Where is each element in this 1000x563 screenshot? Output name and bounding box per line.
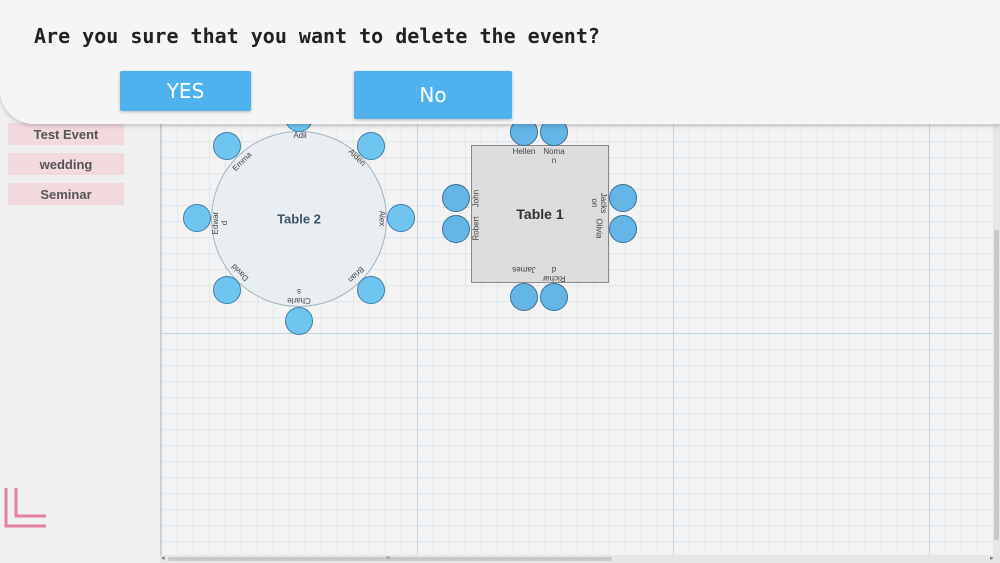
seat[interactable] [442, 215, 470, 243]
event-item-seminar[interactable]: Seminar [8, 183, 124, 205]
guest-name: Noman [543, 147, 565, 165]
vertical-scroll-thumb[interactable] [994, 230, 999, 540]
seat[interactable] [183, 204, 211, 232]
guest-name: Charles [287, 287, 311, 305]
guest-name: Olivia [594, 218, 604, 239]
seat[interactable] [213, 276, 241, 304]
corner-bracket-icon[interactable] [4, 486, 48, 528]
guest-name: Edward [211, 211, 229, 235]
no-button[interactable]: No [354, 71, 512, 119]
dialog-question: Are you sure that you want to delete the… [34, 24, 600, 48]
guest-name: Hellen [512, 147, 536, 156]
guest-name: Adil [293, 131, 307, 140]
seat[interactable] [387, 204, 415, 232]
event-item-test-event[interactable]: Test Event [8, 123, 124, 145]
seat[interactable] [213, 132, 241, 160]
yes-button[interactable]: YES [120, 71, 251, 111]
seat[interactable] [442, 184, 470, 212]
guest-name: Richard [542, 265, 566, 283]
seat[interactable] [540, 283, 568, 311]
guest-name: James [512, 265, 536, 274]
scroll-left-icon[interactable]: ◂ [161, 555, 165, 563]
scroll-right-icon[interactable]: ▸ [990, 555, 994, 563]
guest-name: John [471, 189, 481, 208]
guest-name: Robert [471, 216, 481, 241]
seat[interactable] [510, 283, 538, 311]
scroll-grip-icon: ≡ [386, 555, 391, 562]
seat[interactable] [357, 276, 385, 304]
square-table-label: Table 1 [516, 206, 564, 222]
guest-name: Jackson [590, 192, 608, 214]
delete-confirm-dialog: Are you sure that you want to delete the… [0, 0, 1000, 124]
guest-name: Alex [377, 210, 387, 227]
round-table-label: Table 2 [277, 211, 321, 227]
seat[interactable] [609, 215, 637, 243]
horizontal-scrollbar[interactable]: ◂ ≡ ▸ [160, 555, 1000, 563]
seat[interactable] [285, 307, 313, 335]
event-item-wedding[interactable]: wedding [8, 153, 124, 175]
seat[interactable] [609, 184, 637, 212]
